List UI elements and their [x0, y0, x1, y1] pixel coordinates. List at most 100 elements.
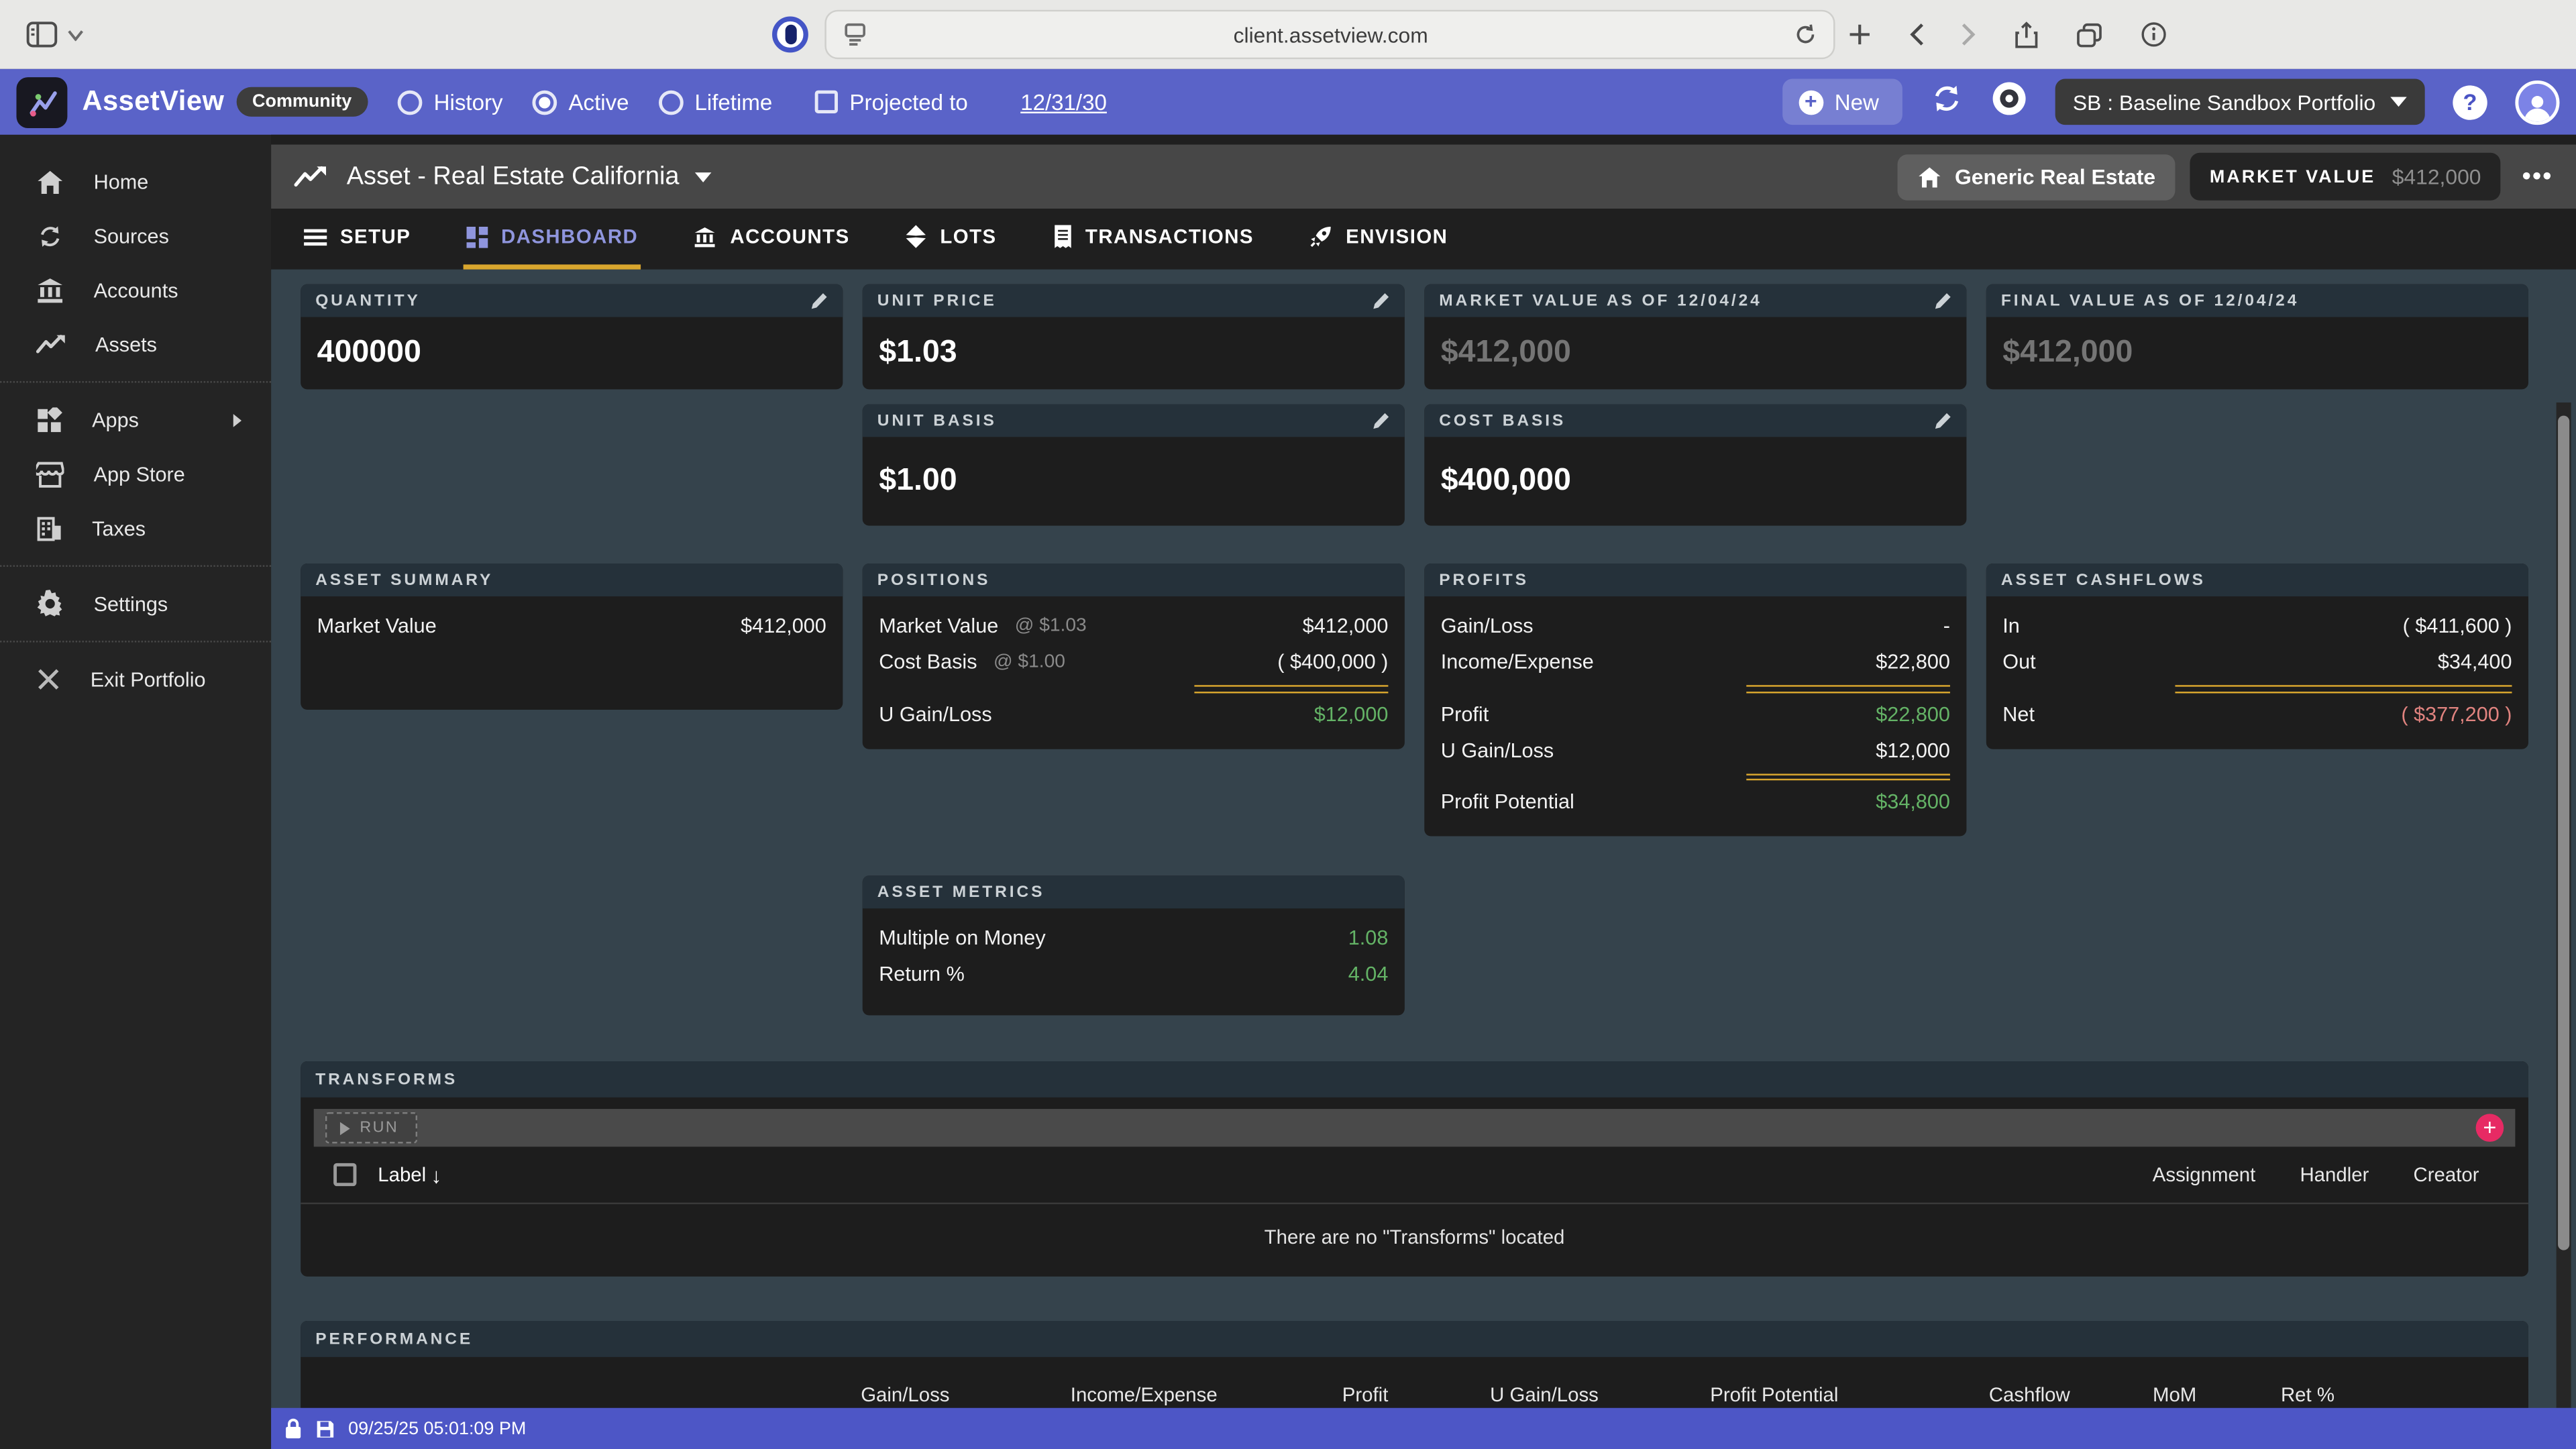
tab-dashboard[interactable]: DASHBOARD: [464, 209, 641, 270]
help-button[interactable]: ?: [2453, 85, 2487, 119]
tab-accounts[interactable]: ACCOUNTS: [691, 209, 853, 270]
apps-icon: [36, 407, 62, 433]
quantity-value[interactable]: 400000: [301, 317, 843, 390]
edit-pencil-icon[interactable]: [1372, 290, 1390, 310]
column-creator[interactable]: Creator: [2414, 1163, 2479, 1186]
sidebar-chevron-icon[interactable]: [67, 29, 83, 40]
unit-basis-value[interactable]: $1.00: [863, 437, 1405, 525]
add-transform-button[interactable]: +: [2476, 1114, 2504, 1142]
building-icon: [36, 515, 62, 541]
transforms-section: TRANSFORMS RUN + Label ↓: [301, 1061, 2528, 1277]
info-icon[interactable]: [2141, 21, 2167, 48]
performance-header-row: Gain/Loss Income/Expense Profit U Gain/L…: [301, 1357, 2528, 1409]
sort-by-label[interactable]: Label ↓: [378, 1163, 441, 1187]
sidebar-divider: [0, 381, 271, 382]
rocket-icon: [1309, 225, 1332, 248]
mode-history[interactable]: History: [398, 89, 503, 114]
sidebar-item-apps[interactable]: Apps: [0, 392, 271, 447]
transforms-empty-state: There are no "Transforms" located: [301, 1204, 2528, 1277]
cost-basis-value[interactable]: $400,000: [1424, 437, 1966, 525]
share-icon[interactable]: [2014, 21, 2039, 49]
storefront-icon: [36, 461, 64, 487]
asset-title-dropdown[interactable]: Asset - Real Estate California: [347, 162, 712, 191]
url-text[interactable]: client.assetview.com: [867, 22, 1794, 47]
sidebar-item-home[interactable]: Home: [0, 154, 271, 209]
scrollbar-thumb[interactable]: [2558, 416, 2569, 1250]
list-icon: [304, 227, 327, 246]
profits-card: PROFITS Gain/Loss- Income/Expense$22,800…: [1424, 564, 1966, 837]
status-bar: 09/25/25 05:01:09 PM: [271, 1408, 2576, 1449]
reload-icon[interactable]: [1794, 23, 1817, 46]
radio-selected-icon[interactable]: [533, 89, 557, 114]
cashflows-row-in: In( $411,600 ): [2002, 608, 2512, 644]
tab-setup[interactable]: SETUP: [301, 209, 414, 270]
projected-date-link[interactable]: 12/31/30: [1020, 89, 1107, 114]
market-value-asof-value[interactable]: $412,000: [1424, 317, 1966, 390]
metrics-row-return: Return %4.04: [879, 956, 1388, 992]
column-handler[interactable]: Handler: [2300, 1163, 2369, 1186]
sidebar-item-sources[interactable]: Sources: [0, 209, 271, 263]
sidebar-item-assets[interactable]: Assets: [0, 317, 271, 372]
edit-pencil-icon[interactable]: [1933, 411, 1951, 430]
unit-price-value[interactable]: $1.03: [863, 317, 1405, 390]
mode-active[interactable]: Active: [533, 89, 629, 114]
status-timestamp: 09/25/25 05:01:09 PM: [348, 1419, 526, 1438]
sources-sync-icon: [36, 223, 64, 249]
community-badge: Community: [236, 87, 368, 117]
home-icon: [36, 168, 64, 195]
profits-row-profit-potential: Profit Potential$34,800: [1441, 784, 1950, 820]
main-panel: Asset - Real Estate California Generic R…: [271, 135, 2576, 1449]
browser-toolbar: client.assetview.com: [0, 0, 2576, 69]
tab-envision[interactable]: ENVISION: [1306, 209, 1451, 270]
portfolio-dropdown[interactable]: SB : Baseline Sandbox Portfolio: [2055, 79, 2425, 125]
asset-header: Asset - Real Estate California Generic R…: [271, 145, 2576, 209]
run-button[interactable]: RUN: [325, 1112, 417, 1144]
tab-lots[interactable]: LOTS: [902, 209, 1000, 270]
new-button[interactable]: + New: [1782, 79, 1902, 125]
sidebar-item-settings[interactable]: Settings: [0, 577, 271, 631]
new-tab-icon[interactable]: [1848, 23, 1871, 46]
radio-unselected-icon[interactable]: [659, 89, 684, 114]
address-bar[interactable]: client.assetview.com: [824, 10, 1835, 59]
projected-to-toggle[interactable]: Projected to: [815, 89, 968, 114]
sidebar-item-exit-portfolio[interactable]: Exit Portfolio: [0, 652, 271, 706]
more-options-icon[interactable]: •••: [2522, 162, 2553, 191]
diamond-icon: [906, 225, 927, 248]
sidebar-item-app-store[interactable]: App Store: [0, 447, 271, 501]
edit-pencil-icon[interactable]: [810, 290, 828, 310]
sidebar-divider: [0, 641, 271, 642]
profits-row-income-expense: Income/Expense$22,800: [1441, 644, 1950, 680]
screen: client.assetview.com: [0, 0, 2576, 1449]
checkbox-icon[interactable]: [815, 91, 838, 113]
subtotal-rule: [1195, 685, 1388, 692]
assetview-logo-icon[interactable]: [16, 76, 67, 127]
tab-transactions[interactable]: TRANSACTIONS: [1049, 209, 1257, 270]
trending-up-icon: [294, 164, 327, 189]
forward-icon[interactable]: [1962, 23, 1976, 46]
profits-row-u-gainloss: U Gain/Loss$12,000: [1441, 732, 1950, 768]
receipt-icon: [1053, 225, 1072, 248]
sidebar-item-accounts[interactable]: Accounts: [0, 263, 271, 317]
edit-pencil-icon[interactable]: [1372, 411, 1390, 430]
sync-icon[interactable]: [1930, 81, 1963, 122]
mode-lifetime[interactable]: Lifetime: [659, 89, 773, 114]
cost-basis-card: COST BASIS $400,000: [1424, 404, 1966, 525]
tabs-overview-icon[interactable]: [2077, 22, 2103, 47]
browser-sidebar-toggle-icon[interactable]: [26, 21, 58, 48]
back-icon[interactable]: [1909, 23, 1924, 46]
radio-unselected-icon[interactable]: [398, 89, 423, 114]
select-all-checkbox[interactable]: [333, 1163, 356, 1186]
avatar[interactable]: [2515, 80, 2559, 124]
chevron-down-icon: [696, 172, 712, 182]
eye-icon[interactable]: [1990, 80, 2027, 124]
scrollbar-track[interactable]: [2557, 402, 2571, 1408]
market-value-asof-card: MARKET VALUE AS OF 12/04/24 $412,000: [1424, 284, 1966, 390]
asset-category-badge[interactable]: Generic Real Estate: [1897, 154, 2175, 200]
password-extension-icon[interactable]: [772, 16, 808, 52]
plus-icon: +: [1799, 89, 1823, 114]
column-assignment[interactable]: Assignment: [2153, 1163, 2256, 1186]
cashflows-row-net: Net( $377,200 ): [2002, 696, 2512, 732]
sidebar-item-taxes[interactable]: Taxes: [0, 501, 271, 555]
dashboard-icon: [467, 226, 488, 248]
edit-pencil-icon[interactable]: [1933, 290, 1951, 310]
